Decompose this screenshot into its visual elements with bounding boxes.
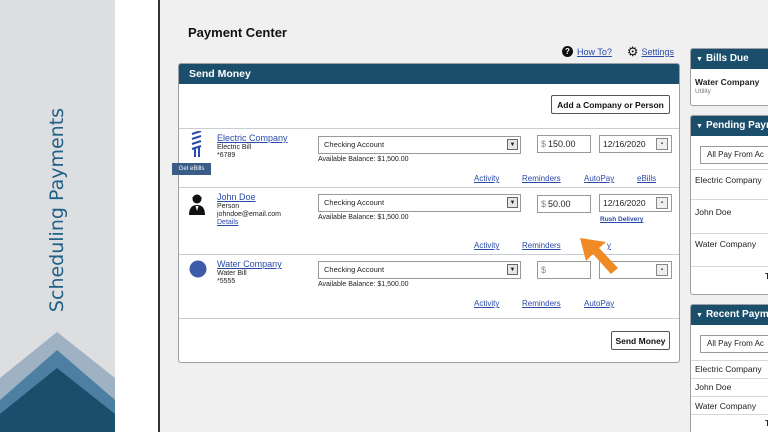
- pending-header[interactable]: ▼ Pending Paym: [691, 116, 768, 136]
- ebills-link[interactable]: eBills: [637, 174, 656, 183]
- date-input[interactable]: 12/16/2020 ▪: [599, 135, 672, 153]
- reminders-link[interactable]: Reminders: [522, 241, 561, 250]
- person-icon: [189, 194, 205, 215]
- chevron-down-icon[interactable]: ▼: [507, 264, 518, 275]
- payee-detail: *5555: [217, 278, 236, 285]
- available-balance: Available Balance: $1,500.00: [318, 281, 409, 288]
- amount-input[interactable]: $50.00: [537, 195, 591, 213]
- payee-name-water[interactable]: Water Company: [217, 259, 282, 269]
- divider: [691, 233, 768, 234]
- recent-header[interactable]: ▼ Recent Payme: [691, 305, 768, 325]
- send-money-button[interactable]: Send Money: [611, 331, 670, 350]
- pending-item[interactable]: Electric Company: [695, 175, 762, 185]
- divider: [691, 266, 768, 267]
- currency-symbol: $: [541, 139, 547, 149]
- recent-item[interactable]: Water Company: [695, 401, 756, 411]
- payee-type: Person: [217, 203, 240, 210]
- calendar-icon[interactable]: ▪: [656, 197, 668, 209]
- recent-item[interactable]: John Doe: [695, 382, 731, 392]
- caret-down-icon[interactable]: ▼: [696, 123, 703, 130]
- divider: [179, 128, 679, 129]
- recent-filter-select[interactable]: All Pay From Ac: [700, 335, 768, 353]
- autopay-link[interactable]: AutoPay: [584, 299, 614, 308]
- top-links: ? How To? ⚙ Settings: [562, 45, 675, 58]
- currency-symbol: $: [541, 265, 547, 275]
- gutter: [115, 0, 159, 432]
- bills-due-item-sub: Utility: [695, 88, 711, 95]
- divider: [691, 169, 768, 170]
- pay-from-select[interactable]: Checking Account ▼: [318, 261, 521, 279]
- divider: [691, 414, 768, 415]
- calendar-icon[interactable]: ▪: [656, 138, 668, 150]
- calendar-icon[interactable]: ▪: [656, 264, 668, 276]
- divider: [179, 318, 679, 319]
- divider: [691, 199, 768, 200]
- slide-panel: Scheduling Payments: [0, 0, 115, 432]
- payee-name-electric[interactable]: Electric Company: [217, 133, 288, 143]
- slide-title: Scheduling Payments: [46, 107, 68, 313]
- gear-icon[interactable]: ⚙: [627, 45, 639, 58]
- autopay-link[interactable]: AutoPay: [584, 174, 614, 183]
- bill-icon: [191, 131, 202, 157]
- pay-from-value: Checking Account: [324, 198, 385, 207]
- pay-from-select[interactable]: Checking Account ▼: [318, 136, 521, 154]
- divider: [179, 187, 679, 188]
- get-ebills-tab[interactable]: Get eBills: [172, 163, 211, 175]
- activity-link[interactable]: Activity: [474, 299, 499, 308]
- amount-value: 150.00: [548, 139, 576, 149]
- pay-from-value: Checking Account: [324, 140, 385, 149]
- date-value: 12/16/2020: [603, 139, 646, 149]
- circle-icon: [189, 260, 207, 278]
- available-balance: Available Balance: $1,500.00: [318, 156, 409, 163]
- amount-input[interactable]: $150.00: [537, 135, 591, 153]
- payee-detail: *6789: [217, 152, 236, 159]
- reminders-link[interactable]: Reminders: [522, 174, 561, 183]
- payee-type: Water Bill: [217, 270, 247, 277]
- details-link[interactable]: Details: [217, 219, 238, 226]
- pointer-arrow-icon: [580, 238, 618, 274]
- pending-title: Pending Paym: [705, 120, 768, 131]
- pay-from-value: Checking Account: [324, 265, 385, 274]
- divider: [691, 378, 768, 379]
- how-to-link[interactable]: How To?: [577, 47, 612, 57]
- settings-link[interactable]: Settings: [642, 47, 675, 57]
- pending-item[interactable]: John Doe: [695, 207, 731, 217]
- bills-due-panel: ▼ Bills Due Water Company Utility: [690, 48, 768, 106]
- bills-due-item[interactable]: Water Company: [695, 77, 759, 87]
- chevron-down-icon[interactable]: ▼: [507, 197, 518, 208]
- page-title: Payment Center: [188, 25, 287, 40]
- send-money-card: Send Money Add a Company or Person Elect…: [178, 63, 680, 363]
- bills-due-title: Bills Due: [705, 53, 749, 64]
- reminders-link[interactable]: Reminders: [522, 299, 561, 308]
- payee-email: johndoe@email.com: [217, 211, 281, 218]
- caret-down-icon[interactable]: ▼: [696, 312, 703, 319]
- pending-item[interactable]: Water Company: [695, 239, 756, 249]
- pending-filter-select[interactable]: All Pay From Ac: [700, 146, 768, 164]
- send-money-header: Send Money: [179, 64, 679, 84]
- add-company-button[interactable]: Add a Company or Person: [551, 95, 670, 114]
- recent-payments-panel: ▼ Recent Payme All Pay From Ac Electric C…: [690, 304, 768, 432]
- recent-title: Recent Payme: [705, 309, 768, 320]
- bills-due-header[interactable]: ▼ Bills Due: [691, 49, 768, 69]
- rush-delivery-link[interactable]: Rush Delivery: [600, 216, 643, 223]
- caret-down-icon[interactable]: ▼: [696, 56, 703, 63]
- amount-value: 50.00: [548, 199, 571, 209]
- activity-link[interactable]: Activity: [474, 241, 499, 250]
- activity-link[interactable]: Activity: [474, 174, 499, 183]
- pay-from-select[interactable]: Checking Account ▼: [318, 194, 521, 212]
- pending-payments-panel: ▼ Pending Paym All Pay From Ac Electric C…: [690, 115, 768, 295]
- payee-type: Electric Bill: [217, 144, 252, 151]
- recent-item[interactable]: Electric Company: [695, 364, 762, 374]
- payee-name-john[interactable]: John Doe: [217, 192, 256, 202]
- date-value: 12/16/2020: [603, 198, 646, 208]
- divider: [691, 396, 768, 397]
- date-input[interactable]: 12/16/2020 ▪: [599, 194, 672, 212]
- divider: [691, 360, 768, 361]
- currency-symbol: $: [541, 199, 547, 209]
- chevron-down-icon[interactable]: ▼: [507, 139, 518, 150]
- help-icon[interactable]: ?: [562, 46, 573, 57]
- available-balance: Available Balance: $1,500.00: [318, 214, 409, 221]
